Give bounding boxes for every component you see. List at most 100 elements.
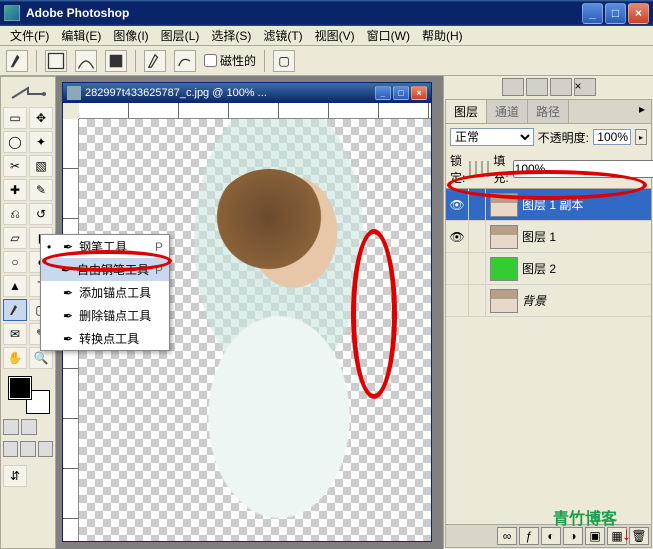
tab-layers[interactable]: 图层 xyxy=(446,100,487,123)
panel-tabs: 图层 通道 路径 ▸ xyxy=(446,100,651,124)
layer-name[interactable]: 图层 1 副本 xyxy=(522,196,651,213)
document-titlebar[interactable]: 282997t433625787_c.jpg @ 100% ... _ □ × xyxy=(63,83,431,103)
menu-window[interactable]: 窗口(W) xyxy=(361,25,416,46)
tab-paths[interactable]: 路径 xyxy=(528,100,569,123)
link-cell[interactable] xyxy=(468,189,486,220)
dock-icon[interactable] xyxy=(526,78,548,96)
flyout-item[interactable]: ✒删除锚点工具 xyxy=(41,304,169,327)
menu-layer[interactable]: 图层(L) xyxy=(155,25,206,46)
menu-edit[interactable]: 编辑(E) xyxy=(55,25,107,46)
layer-group-icon[interactable]: ▣ xyxy=(585,527,605,545)
layer-name[interactable]: 图层 2 xyxy=(522,260,651,277)
crop-tool[interactable]: ✂ xyxy=(3,155,27,177)
screen-std-icon[interactable] xyxy=(3,441,18,457)
link-cell[interactable] xyxy=(468,253,486,284)
move-tool[interactable]: ✥ xyxy=(29,107,53,129)
screen-full-menu-icon[interactable] xyxy=(20,441,35,457)
blur-tool[interactable]: ○ xyxy=(3,251,27,273)
menu-image[interactable]: 图像(I) xyxy=(107,25,154,46)
flyout-item[interactable]: ✒添加锚点工具 xyxy=(41,281,169,304)
layer-adj-icon[interactable]: ◑ xyxy=(563,527,583,545)
link-cell[interactable] xyxy=(468,221,486,252)
doc-maximize-button[interactable]: □ xyxy=(393,86,409,100)
shape-combine-icon[interactable]: ▢ xyxy=(273,50,295,72)
path-select-tool[interactable]: ▲ xyxy=(3,275,27,297)
flyout-item[interactable]: •✒钢笔工具P xyxy=(41,235,169,258)
layer-thumbnail[interactable] xyxy=(490,193,518,217)
magnetic-check[interactable] xyxy=(204,54,217,67)
layer-thumbnail[interactable] xyxy=(490,257,518,281)
layer-delete-icon[interactable]: 🗑 xyxy=(629,527,649,545)
marquee-tool[interactable]: ▭ xyxy=(3,107,27,129)
pen-tool[interactable] xyxy=(3,299,27,321)
ruler-horizontal[interactable] xyxy=(79,103,431,119)
fill-input[interactable] xyxy=(513,160,653,178)
shape-layers-icon[interactable] xyxy=(45,50,67,72)
menu-help[interactable]: 帮助(H) xyxy=(416,25,469,46)
menu-select[interactable]: 选择(S) xyxy=(205,25,257,46)
flyout-item[interactable]: ✒自由钢笔工具P xyxy=(41,258,169,281)
visibility-icon[interactable]: 👁 xyxy=(446,198,468,212)
layer-name[interactable]: 图层 1 xyxy=(522,228,651,245)
tool-preset-icon[interactable] xyxy=(6,50,28,72)
minimize-button[interactable]: _ xyxy=(582,3,603,24)
wand-tool[interactable]: ✦ xyxy=(29,131,53,153)
menu-view[interactable]: 视图(V) xyxy=(309,25,361,46)
notes-tool[interactable]: ✉ xyxy=(3,323,27,345)
flyout-label: 删除锚点工具 xyxy=(79,307,157,324)
layer-link-icon[interactable]: ∞ xyxy=(497,527,517,545)
close-button[interactable]: × xyxy=(628,3,649,24)
pen-opt-icon[interactable] xyxy=(144,50,166,72)
opacity-arrow-icon[interactable]: ▸ xyxy=(635,129,647,145)
dock-icon[interactable] xyxy=(550,78,572,96)
layer-row[interactable]: 👁 图层 1 xyxy=(446,221,651,253)
layer-fx-icon[interactable]: ƒ xyxy=(519,527,539,545)
pen-tool-flyout: •✒钢笔工具P✒自由钢笔工具P✒添加锚点工具✒删除锚点工具✒转换点工具 xyxy=(40,234,170,351)
layer-name[interactable]: 背景 xyxy=(522,292,651,309)
layer-row[interactable]: 背景 xyxy=(446,285,651,317)
layer-row[interactable]: 👁 图层 1 副本 xyxy=(446,189,651,221)
flyout-item[interactable]: ✒转换点工具 xyxy=(41,327,169,350)
link-cell[interactable] xyxy=(468,285,486,316)
slice-tool[interactable]: ▧ xyxy=(29,155,53,177)
hand-tool[interactable]: ✋ xyxy=(3,347,27,369)
layer-row[interactable]: 图层 2 xyxy=(446,253,651,285)
toolbox-handle[interactable] xyxy=(3,81,53,105)
doc-minimize-button[interactable]: _ xyxy=(375,86,391,100)
eraser-tool[interactable]: ▱ xyxy=(3,227,27,249)
dock-icon[interactable] xyxy=(502,78,524,96)
fill-pixels-icon[interactable] xyxy=(105,50,127,72)
maximize-button[interactable]: □ xyxy=(605,3,626,24)
layer-thumbnail[interactable] xyxy=(490,225,518,249)
quickmask-mode-icon[interactable] xyxy=(21,419,37,435)
foreground-color[interactable] xyxy=(9,377,31,399)
heal-tool[interactable]: ✚ xyxy=(3,179,27,201)
paths-icon[interactable] xyxy=(75,50,97,72)
tab-channels[interactable]: 通道 xyxy=(487,100,528,123)
brush-tool[interactable]: ✎ xyxy=(29,179,53,201)
opacity-input[interactable] xyxy=(593,129,631,145)
lasso-tool[interactable]: ◯ xyxy=(3,131,27,153)
magnetic-label: 磁性的 xyxy=(220,52,256,69)
dock-close-icon[interactable]: × xyxy=(574,78,596,96)
blend-mode-select[interactable]: 正常 xyxy=(450,128,534,146)
standard-mode-icon[interactable] xyxy=(3,419,19,435)
menu-filter[interactable]: 滤镜(T) xyxy=(257,25,308,46)
panel-menu-icon[interactable]: ▸ xyxy=(633,100,651,123)
screen-full-icon[interactable] xyxy=(38,441,53,457)
color-swatches[interactable] xyxy=(9,377,49,413)
lock-all-icon[interactable] xyxy=(487,161,489,177)
doc-close-button[interactable]: × xyxy=(411,86,427,100)
stamp-tool[interactable]: ⎌ xyxy=(3,203,27,225)
lock-position-icon[interactable] xyxy=(481,161,483,177)
lock-transparent-icon[interactable] xyxy=(469,161,471,177)
layer-thumbnail[interactable] xyxy=(490,289,518,313)
history-brush-tool[interactable]: ↺ xyxy=(29,203,53,225)
magnetic-checkbox[interactable]: 磁性的 xyxy=(204,52,256,69)
jump-to-imageready[interactable]: ⇵ xyxy=(3,465,27,487)
layer-mask-icon[interactable]: ◐ xyxy=(541,527,561,545)
lock-pixels-icon[interactable] xyxy=(475,161,477,177)
visibility-icon[interactable]: 👁 xyxy=(446,230,468,244)
menu-file[interactable]: 文件(F) xyxy=(4,25,55,46)
freeform-pen-opt-icon[interactable] xyxy=(174,50,196,72)
